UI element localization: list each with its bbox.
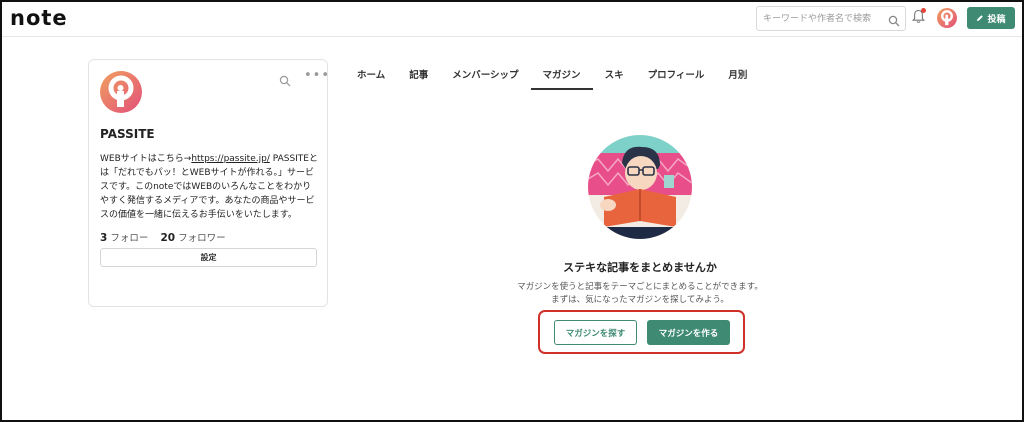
follow-count: 3 [100, 232, 108, 244]
tab-magazine[interactable]: マガジン [530, 60, 593, 90]
profile-name: PASSITE [100, 127, 155, 141]
empty-state-description: マガジンを使うと記事をテーマごとにまとめることができます。 まずは、気になったマ… [440, 281, 840, 307]
tab-profile[interactable]: プロフィール [636, 60, 717, 90]
create-magazine-button[interactable]: マガジンを作る [647, 320, 730, 345]
tab-membership[interactable]: メンバーシップ [440, 60, 530, 90]
search-input[interactable] [763, 11, 883, 27]
follow-stats: 3 フォロー 20 フォロワー [100, 230, 226, 244]
empty-state-title: ステキな記事をまとめませんか [563, 261, 717, 274]
note-logo[interactable]: note [10, 6, 68, 30]
user-avatar[interactable] [937, 8, 957, 28]
tab-monthly[interactable]: 月別 [716, 60, 759, 90]
tab-home[interactable]: ホーム [345, 60, 397, 90]
following-link[interactable]: 3 フォロー [100, 232, 149, 244]
empty-state-desc-line2: まずは、気になったマガジンを探してみよう。 [551, 295, 729, 305]
follower-count: 20 [160, 232, 176, 244]
post-button-label: 投稿 [987, 14, 1006, 25]
tab-likes[interactable]: スキ [593, 60, 636, 90]
profile-tabs: ホーム 記事 メンバーシップ マガジン スキ プロフィール 月別 [345, 60, 759, 90]
empty-state-illustration [588, 135, 692, 239]
post-button[interactable]: 投稿 [967, 7, 1015, 29]
empty-state-desc-line1: マガジンを使うと記事をテーマごとにまとめることができます。 [517, 282, 763, 292]
more-icon[interactable]: ••• [304, 68, 330, 83]
find-magazine-button[interactable]: マガジンを探す [554, 320, 637, 345]
profile-bio: WEBサイトはこちら→https://passite.jp/ PASSITEとは… [100, 152, 320, 222]
pencil-icon [977, 15, 984, 21]
profile-card: ••• PASSITE WEBサイトはこちら→https://passite.j… [88, 59, 330, 307]
notification-bell[interactable] [912, 8, 926, 28]
search-icon[interactable] [888, 12, 900, 31]
tab-articles[interactable]: 記事 [397, 60, 440, 90]
search-icon[interactable] [279, 72, 291, 91]
bio-prefix: WEBサイトはこちら→ [100, 154, 192, 164]
top-header: note 投稿 [2, 2, 1022, 37]
follow-label: フォロー [110, 233, 149, 244]
followers-link[interactable]: 20 フォロワー [160, 232, 226, 244]
follower-label: フォロワー [178, 233, 226, 244]
notification-badge [921, 8, 926, 13]
website-link[interactable]: https://passite.jp/ [191, 154, 270, 164]
settings-button[interactable]: 設定 [100, 248, 317, 267]
search-box[interactable] [756, 6, 906, 31]
profile-avatar[interactable] [100, 71, 142, 113]
